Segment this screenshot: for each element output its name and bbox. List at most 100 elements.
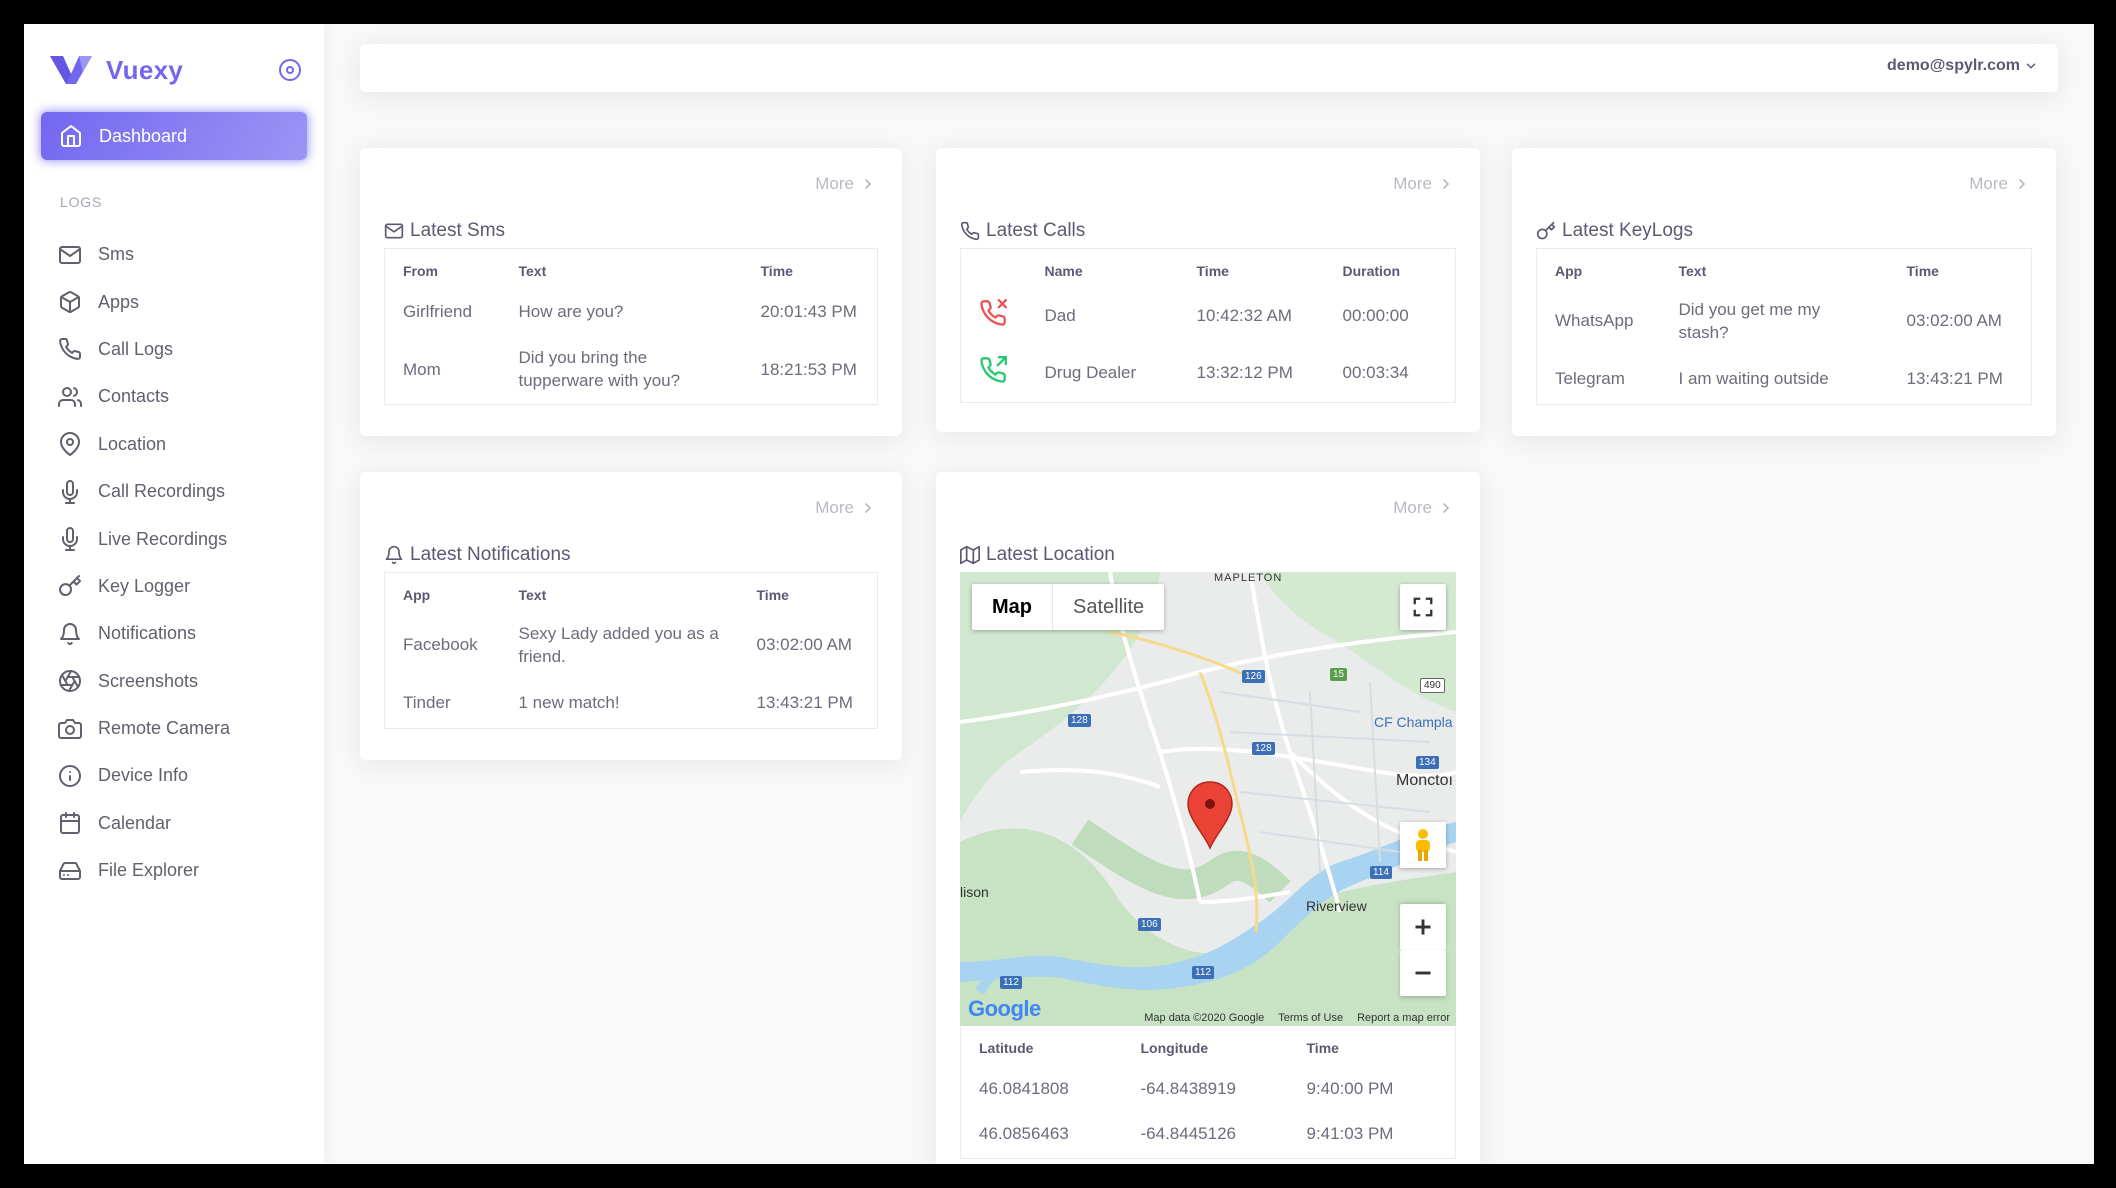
table-row[interactable]: Girlfriend How are you? 20:01:43 PM	[385, 289, 878, 337]
table-row[interactable]: Facebook Sexy Lady added you as a friend…	[385, 613, 878, 679]
sidebar-item-location[interactable]: Location	[24, 421, 324, 468]
cell-time: 18:21:53 PM	[760, 359, 857, 379]
aperture-icon	[59, 670, 81, 693]
location-map[interactable]: Map Satellite MAPLETON CF Champla Moncto…	[960, 572, 1456, 1026]
table-row[interactable]: 46.0841808 -64.8438919 9:40:00 PM	[961, 1066, 1456, 1112]
cell-text: Did you get me my stash?	[1678, 299, 1821, 342]
cell-duration: 00:03:34	[1342, 362, 1409, 382]
more-label: More	[815, 498, 854, 517]
more-link[interactable]: More	[1393, 498, 1454, 518]
sidebar-item-screenshots[interactable]: Screenshots	[24, 658, 324, 705]
map-terms-link[interactable]: Terms of Use	[1278, 1012, 1343, 1024]
sidebar: Vuexy Dashboard LOGS Sms Apps Call Logs …	[24, 24, 324, 1164]
box-icon	[60, 291, 80, 314]
card-title-text: Latest Notifications	[410, 544, 571, 565]
keylogs-table: App Text Time WhatsApp Did you get me my…	[1536, 248, 2032, 405]
sidebar-item-device-info[interactable]: Device Info	[24, 752, 324, 799]
sidebar-item-contacts[interactable]: Contacts	[24, 373, 324, 420]
camera-icon	[58, 718, 82, 739]
phone-icon	[59, 338, 82, 361]
table-row[interactable]: Tinder 1 new match! 13:43:21 PM	[385, 679, 878, 729]
map-type-map-button[interactable]: Map	[972, 584, 1052, 630]
map-type-satellite-button[interactable]: Satellite	[1052, 584, 1164, 630]
highway-shield: 128	[1252, 742, 1275, 755]
cell-longitude: -64.8445126	[1140, 1124, 1236, 1144]
cell-latitude: 46.0856463	[979, 1124, 1069, 1144]
column-header: Duration	[1342, 263, 1401, 279]
sidebar-item-call-logs[interactable]: Call Logs	[24, 326, 324, 373]
cell-text: How are you?	[518, 302, 624, 322]
highway-shield: 134	[1416, 756, 1439, 769]
phone-missed-icon	[980, 299, 1007, 326]
map-label-moncton: Monctoı	[1396, 772, 1453, 789]
table-header: App Text Time	[385, 573, 878, 613]
chevron-down-icon	[2026, 63, 2036, 69]
brand[interactable]: Vuexy	[50, 50, 310, 90]
highway-shield: 490	[1420, 678, 1445, 693]
mail-icon	[59, 245, 81, 264]
sms-table: From Text Time Girlfriend How are you? 2…	[384, 248, 878, 405]
table-row[interactable]: Mom Did you bring the tupperware with yo…	[385, 337, 878, 405]
column-header: Time	[756, 587, 789, 603]
sidebar-item-live-recordings[interactable]: Live Recordings	[24, 515, 324, 562]
column-header: Name	[1044, 263, 1083, 279]
sidebar-item-sms[interactable]: Sms	[24, 231, 324, 278]
sidebar-item-calendar[interactable]: Calendar	[24, 800, 324, 847]
sidebar-item-notifications[interactable]: Notifications	[24, 610, 324, 657]
cell-name: Dad	[1044, 306, 1076, 326]
sidebar-item-label: Remote Camera	[98, 718, 231, 739]
map-street-view-button[interactable]	[1400, 822, 1446, 868]
table-row[interactable]: Telegram I am waiting outside 13:43:21 P…	[1537, 355, 2032, 405]
more-link[interactable]: More	[815, 174, 876, 194]
hard-drive-icon	[59, 861, 81, 880]
user-dropdown[interactable]: demo@spylr.com	[1887, 57, 2038, 75]
table-header: App Text Time	[1537, 249, 2032, 289]
cell-time: 03:02:00 AM	[756, 635, 852, 655]
sidebar-section-header: LOGS	[60, 194, 103, 210]
sidebar-item-label: Apps	[98, 291, 140, 312]
column-header: App	[1555, 263, 1583, 279]
map-icon	[960, 545, 980, 565]
vuexy-logo-icon	[50, 56, 92, 84]
table-row[interactable]: WhatsApp Did you get me my stash? 03:02:…	[1537, 289, 2032, 355]
card-latest-sms: More Latest Sms From Text Time Girlfrien…	[360, 148, 902, 436]
sidebar-item-remote-camera[interactable]: Remote Camera	[24, 705, 324, 752]
map-attribution: Map data ©2020 Google	[1144, 1012, 1265, 1024]
table-row[interactable]: 46.0856463 -64.8445126 9:41:03 PM	[961, 1112, 1456, 1158]
sidebar-toggle-icon[interactable]	[278, 58, 302, 82]
cell-text: Sexy Lady added you as a friend.	[518, 623, 719, 666]
column-header: Time	[1306, 1040, 1339, 1056]
highway-shield: 112	[1000, 976, 1022, 989]
map-label-mapleton: MAPLETON	[1214, 572, 1283, 584]
more-link[interactable]: More	[815, 498, 876, 518]
chevron-right-icon	[865, 503, 872, 513]
map-fullscreen-button[interactable]	[1400, 584, 1446, 630]
sidebar-item-label: Sms	[98, 244, 134, 265]
card-title: Latest Location	[960, 544, 1115, 566]
map-zoom-in-button[interactable]	[1400, 904, 1446, 950]
card-latest-notifications: More Latest Notifications App Text Time …	[360, 472, 902, 760]
more-link[interactable]: More	[1969, 174, 2030, 194]
bell-icon	[385, 545, 403, 565]
map-zoom-out-button[interactable]	[1400, 950, 1446, 996]
card-title: Latest Notifications	[384, 544, 571, 566]
sidebar-item-apps[interactable]: Apps	[24, 278, 324, 325]
sidebar-item-call-recordings[interactable]: Call Recordings	[24, 468, 324, 515]
sidebar-item-key-logger[interactable]: Key Logger	[24, 563, 324, 610]
table-row[interactable]: Drug Dealer 13:32:12 PM 00:03:34	[961, 345, 1456, 403]
cell-from: Mom	[403, 359, 441, 379]
phone-icon	[960, 221, 980, 241]
chevron-right-icon	[1443, 179, 1450, 189]
cell-time: 13:43:21 PM	[1906, 368, 2003, 388]
map-report-link[interactable]: Report a map error	[1357, 1012, 1450, 1024]
sidebar-item-dashboard[interactable]: Dashboard	[41, 112, 307, 160]
cell-time: 10:42:32 AM	[1196, 306, 1292, 326]
location-table: Latitude Longitude Time 46.0841808 -64.8…	[960, 1026, 1456, 1159]
sidebar-item-label: Contacts	[98, 386, 170, 407]
more-link[interactable]: More	[1393, 174, 1454, 194]
table-row[interactable]: Dad 10:42:32 AM 00:00:00	[961, 289, 1456, 345]
brand-name: Vuexy	[106, 54, 184, 85]
cell-text: 1 new match!	[518, 692, 620, 712]
home-icon	[61, 125, 81, 147]
sidebar-item-file-explorer[interactable]: File Explorer	[24, 847, 324, 894]
